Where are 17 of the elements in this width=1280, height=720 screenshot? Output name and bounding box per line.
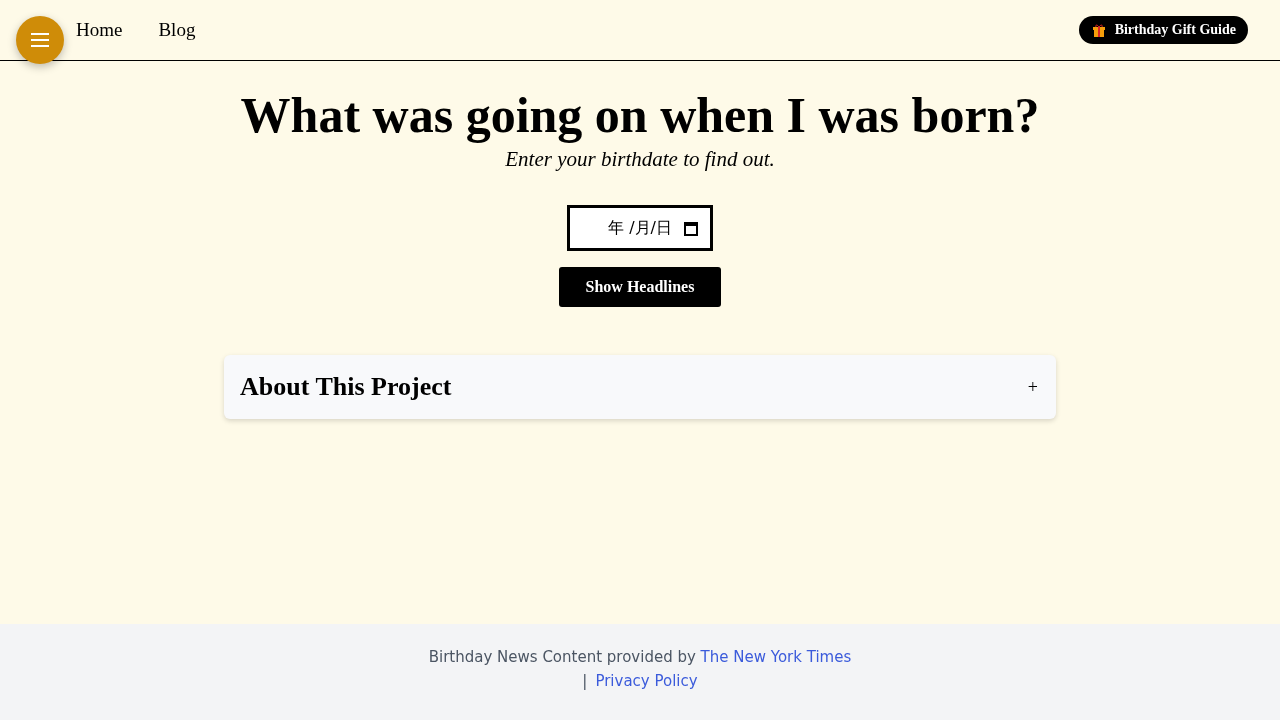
about-card[interactable]: About This Project + (224, 355, 1056, 419)
menu-button[interactable] (16, 16, 64, 64)
expand-toggle[interactable]: + (1027, 376, 1040, 398)
about-title: About This Project (240, 372, 453, 402)
nav-link[interactable]: Home (76, 19, 123, 41)
date-field[interactable]: 年 /月/日 (567, 205, 713, 251)
gift-guide-button[interactable]: Birthday Gift Guide (1078, 16, 1248, 44)
gift-icon (1092, 23, 1105, 37)
credit-text: Birthday News Content provided by The New York Times (428, 648, 852, 666)
calendar-icon[interactable] (684, 220, 698, 236)
nav-link[interactable]: Blog (158, 19, 196, 41)
subtitle: Enter your birthdate to find out. (505, 147, 775, 172)
show-headlines-button[interactable]: Show Headlines (559, 267, 721, 307)
privacy-policy-link[interactable]: Privacy Policy (595, 672, 698, 690)
menu-icon (31, 33, 49, 47)
separator: | (582, 672, 588, 690)
nyt-link[interactable]: The New York Times (700, 648, 852, 666)
